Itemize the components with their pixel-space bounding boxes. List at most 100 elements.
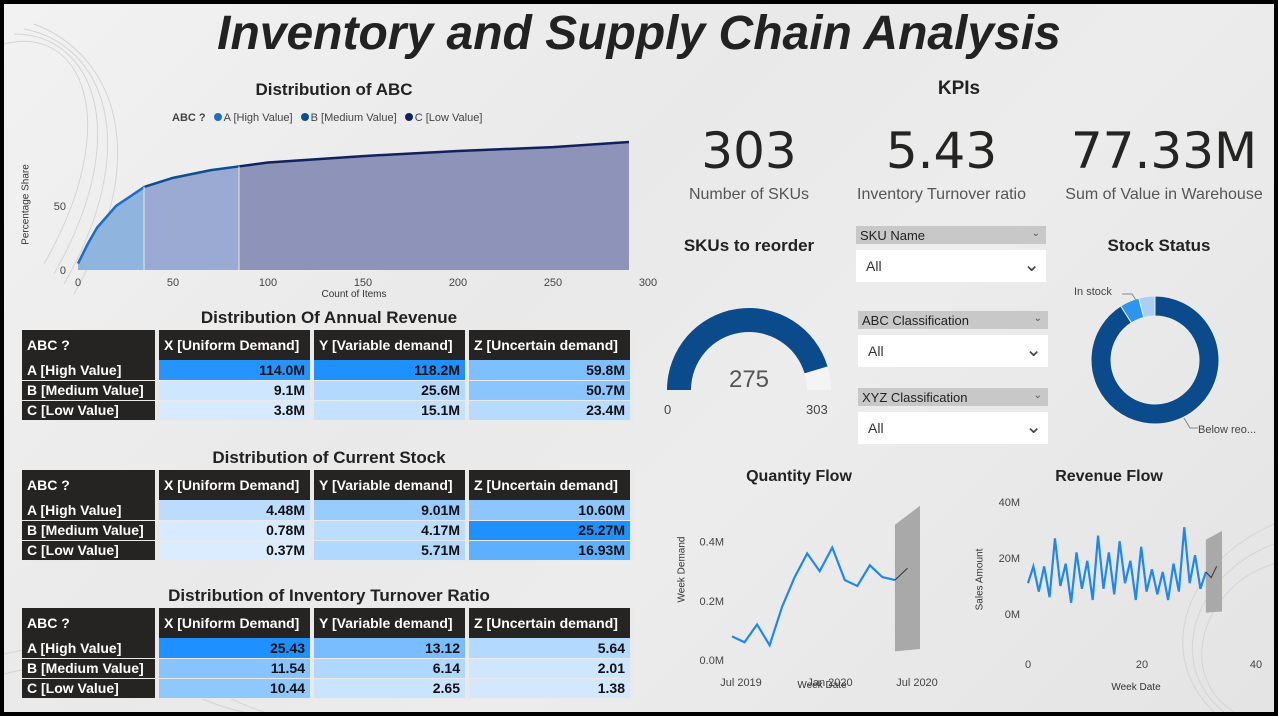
kpi-section-title: KPIs [937,78,981,99]
revenue-x-tick: 0 [1025,659,1031,671]
slicer-sku-name-dropdown[interactable]: All ⌄ [856,250,1046,282]
chevron-down-icon: ⌄ [1025,416,1042,438]
abc-x-tick: 150 [354,277,372,289]
slicer-sku-name-header[interactable]: SKU Name ⌄ [856,226,1046,244]
slicer-abc-dropdown[interactable]: All ⌄ [858,335,1048,367]
turnover_table-cell: 11.54 [157,658,314,679]
quantity-forecast-band [894,505,920,652]
turnover_table-row-label: B [Medium Value] [22,658,159,679]
stock_table-header-0[interactable]: ABC ? [22,470,159,500]
donut-label-in-stock: In stock [1074,286,1112,298]
stock_table-cell: 5.71M [312,540,469,561]
revenue_table-cell: 3.8M [157,400,314,421]
revenue_table-row-label: A [High Value] [22,360,159,381]
abc-x-tick: 100 [259,277,277,289]
revenue_table-cell: 59.8M [467,360,634,381]
stock_table-header-3[interactable]: Z [Uncertain demand] [467,470,634,500]
slicer-xyz-dropdown[interactable]: All ⌄ [858,412,1048,444]
turnover_table-header-2[interactable]: Y [Variable demand] [312,608,469,638]
revenue_table-header-1[interactable]: X [Uniform Demand] [157,330,314,360]
slicer-sku-name[interactable]: SKU Name ⌄ All ⌄ [856,226,1046,282]
revenue_table-header-3[interactable]: Z [Uncertain demand] [467,330,634,360]
kpi-turnover-label: Inventory Turnover ratio [857,186,1026,203]
kpi-sku-count-label: Number of SKUs [688,186,810,203]
quantity-x-axis-label: Week Date [797,680,847,691]
abc-x-axis-label: Count of Items [321,289,387,300]
legend-dot-b [300,113,309,121]
turnover_table-cell: 2.01 [467,658,634,679]
legend-item-b[interactable]: B [Medium Value] [311,112,397,124]
turnover_table-header-0[interactable]: ABC ? [22,608,159,638]
revenue_table-cell: 15.1M [312,400,469,421]
table-row[interactable]: C [Low Value] 3.8M 15.1M 23.4M [22,400,634,421]
table-row[interactable]: B [Medium Value] 9.1M 25.6M 50.7M [22,380,634,401]
slicer-xyz-value: All [868,420,884,436]
revenue_table-cell: 23.4M [467,400,634,421]
dashboard-title: Inventory and Supply Chain Analysis [217,7,1061,60]
slicer-sku-name-value: All [866,258,882,274]
revenue-flow-title: Revenue Flow [1055,468,1163,485]
gauge-value-label: 275 [728,366,770,393]
revenue-table-title: Distribution Of Annual Revenue [200,308,458,327]
turnover_table-cell: 5.64 [467,638,634,659]
abc-x-tick: 0 [75,277,81,289]
turnover_table-cell: 2.65 [312,678,469,699]
turnover_table-row-label: A [High Value] [22,638,159,659]
quantity-y-tick: 0.2M [700,596,724,608]
kpi-turnover-value: 5.43 [885,122,998,180]
stock_table-cell: 10.60M [467,500,634,521]
stock_table-cell: 25.27M [467,520,634,541]
turnover_table-cell: 10.44 [157,678,314,699]
gauge-max-label: 303 [806,402,828,417]
gauge-title: SKUs to reorder [683,236,815,255]
revenue_table-cell: 118.2M [312,360,469,381]
revenue_table-cell: 9.1M [157,380,314,401]
table-row[interactable]: C [Low Value] 10.44 2.65 1.38 [22,678,634,699]
table-row[interactable]: B [Medium Value] 11.54 6.14 2.01 [22,658,634,679]
kpi-warehouse-value: 77.33M [1070,122,1258,180]
stock_table-header-2[interactable]: Y [Variable demand] [312,470,469,500]
slicer-abc-header[interactable]: ABC Classification ⌄ [858,311,1048,329]
quantity-flow-title: Quantity Flow [746,468,852,485]
slicer-abc-classification[interactable]: ABC Classification ⌄ All ⌄ [858,311,1048,367]
table-row[interactable]: C [Low Value] 0.37M 5.71M 16.93M [22,540,634,561]
abc-y-axis-label: Percentage Share [20,164,32,245]
kpi-warehouse-label: Sum of Value in Warehouse [1065,186,1263,203]
legend-item-a[interactable]: A [High Value] [224,112,293,124]
revenue_table-header-0[interactable]: ABC ? [22,330,159,360]
stock_table-row-label: B [Medium Value] [22,520,159,541]
chevron-down-icon: ⌄ [1025,339,1042,361]
stock-status-title: Stock Status [1107,236,1211,255]
revenue_table-cell: 50.7M [467,380,634,401]
revenue_table-header-2[interactable]: Y [Variable demand] [312,330,469,360]
quantity-x-tick: Jul 2020 [896,677,938,689]
stock_table-cell: 9.01M [312,500,469,521]
abc-x-tick: 300 [639,277,657,289]
turnover_table-cell: 13.12 [312,638,469,659]
slicer-xyz-header[interactable]: XYZ Classification ⌄ [858,388,1048,406]
table-row[interactable]: A [High Value] 4.48M 9.01M 10.60M [22,500,634,521]
slicer-abc-label: ABC Classification [862,313,969,328]
chevron-down-icon: ⌄ [1031,228,1040,239]
turnover_table-cell: 1.38 [467,678,634,699]
stock_table-cell: 16.93M [467,540,634,561]
turnover_table-header-3[interactable]: Z [Uncertain demand] [467,608,634,638]
turnover_table-header-1[interactable]: X [Uniform Demand] [157,608,314,638]
table-row[interactable]: A [High Value] 114.0M 118.2M 59.8M [22,360,634,381]
revenue-y-tick: 0M [1005,609,1020,621]
stock_table-header-1[interactable]: X [Uniform Demand] [157,470,314,500]
slicer-abc-value: All [868,343,884,359]
table-row[interactable]: A [High Value] 25.43 13.12 5.64 [22,638,634,659]
abc-y-tick: 0 [60,265,66,277]
slicer-xyz-classification[interactable]: XYZ Classification ⌄ All ⌄ [858,388,1048,444]
abc-area-chart[interactable]: 0 50 0 50 100 150 200 250 300 [18,132,668,307]
table-row[interactable]: B [Medium Value] 0.78M 4.17M 25.27M [22,520,634,541]
slicer-xyz-label: XYZ Classification [862,390,968,405]
revenue-x-axis-label: Week Date [1111,682,1161,693]
abc-x-tick: 200 [449,277,467,289]
quantity-flow-chart[interactable]: 0.4M0.2M0.0MJul 2019 Jan 2020 Jul 2020 [664,492,954,692]
legend-item-c[interactable]: C [Low Value] [415,112,483,124]
revenue-flow-chart[interactable]: 40M 20M 0M 0 20 40 [964,492,1264,692]
abc-y-tick: 50 [54,201,66,213]
turnover-matrix: ABC ? X [Uniform Demand] Y [Variable deman… [22,608,634,699]
